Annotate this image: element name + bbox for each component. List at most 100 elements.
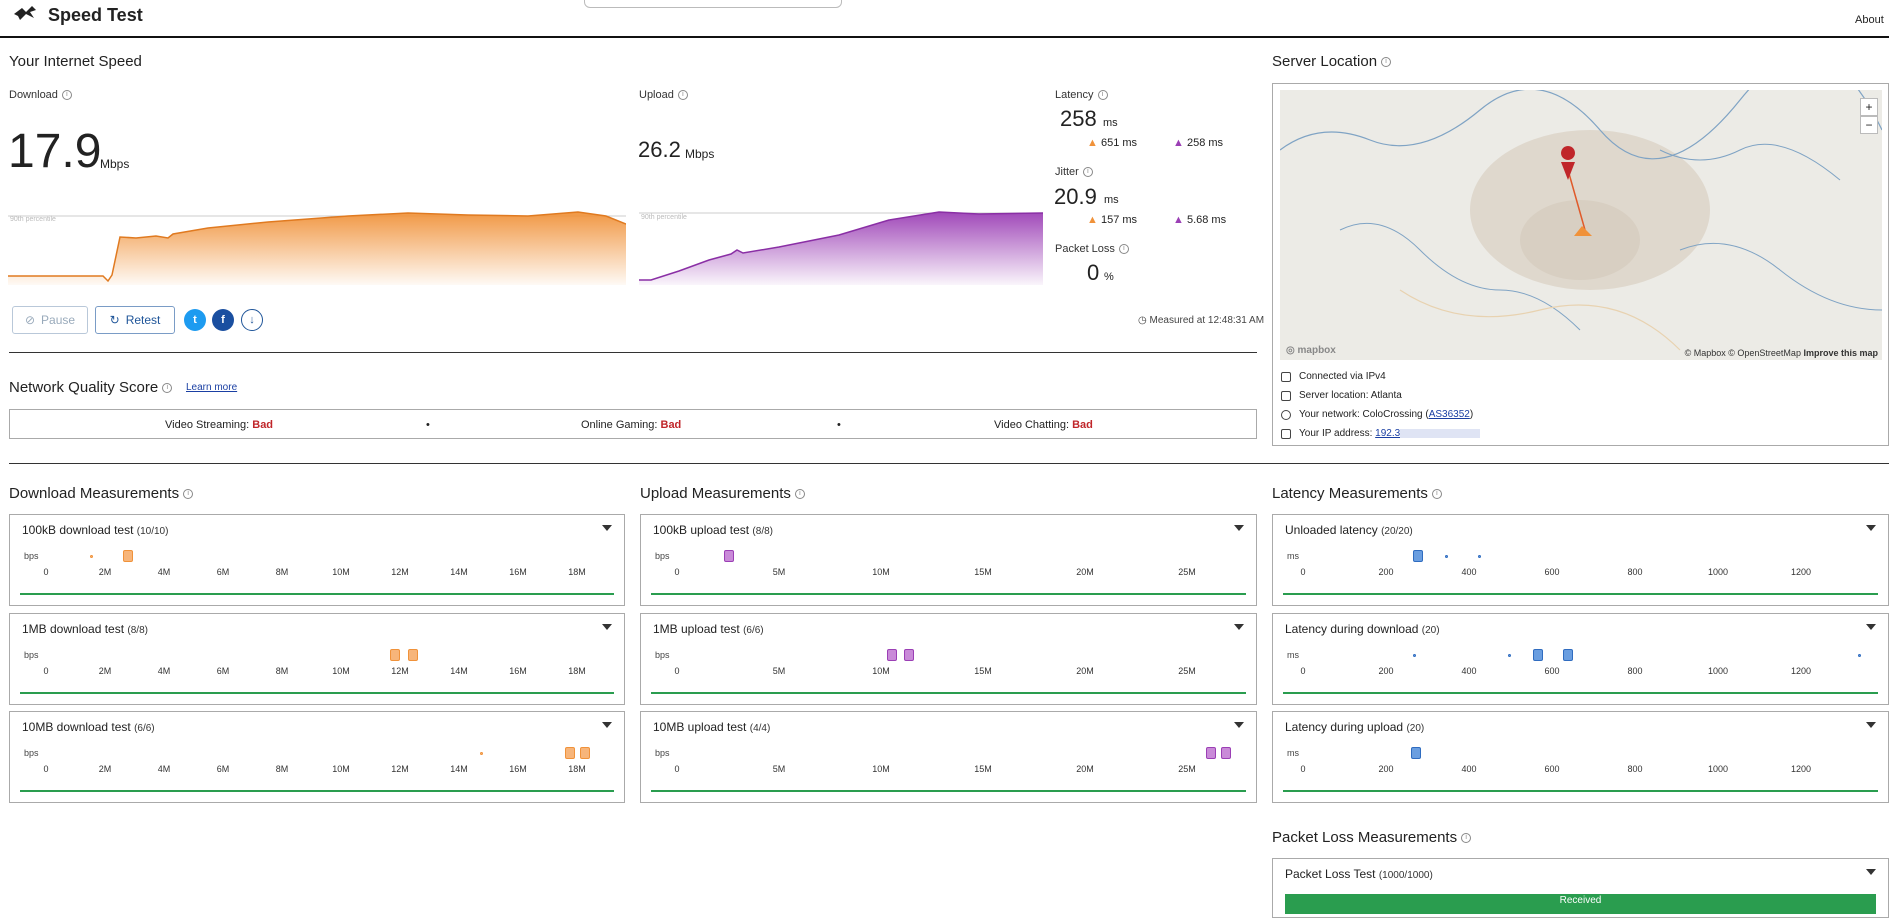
zoom-out-button[interactable]: − — [1860, 116, 1878, 134]
zoom-in-button[interactable]: + — [1860, 98, 1878, 116]
info-icon[interactable]: i — [1381, 57, 1392, 68]
jitter-up: ▲ 5.68 ms — [1173, 214, 1227, 226]
box-plot-marker[interactable] — [90, 555, 93, 558]
download-value: 17.9 — [8, 125, 102, 178]
chevron-down-icon[interactable] — [1866, 869, 1876, 875]
pause-button[interactable]: ⊘ Pause — [12, 306, 88, 334]
box-plot-marker[interactable] — [1413, 654, 1416, 657]
server-icon — [1281, 390, 1291, 401]
box-plot-marker[interactable] — [1563, 649, 1573, 661]
axis-tick-label: 1200 — [1790, 567, 1812, 577]
server-panel: + − ◎ mapbox © Mapbox © OpenStreetMap Im… — [1272, 83, 1889, 446]
computer-icon — [1281, 428, 1291, 439]
chevron-down-icon[interactable] — [602, 624, 612, 630]
nq-dot: • — [426, 419, 430, 431]
test-count: (8/8) — [752, 526, 773, 537]
info-icon[interactable]: i — [794, 489, 805, 500]
box-plot-marker[interactable] — [580, 747, 590, 759]
network-row: Your network: ColoCrossing (AS36352) — [1281, 409, 1473, 420]
axis-unit: bps — [24, 551, 39, 561]
chevron-down-icon[interactable] — [1866, 525, 1876, 531]
info-icon[interactable]: i — [1118, 244, 1129, 255]
map[interactable]: + − ◎ mapbox © Mapbox © OpenStreetMap Im… — [1280, 90, 1882, 360]
info-icon[interactable]: i — [1097, 90, 1108, 101]
axis-tick-label: 12M — [391, 764, 409, 774]
info-icon[interactable]: i — [61, 90, 72, 101]
chevron-down-icon[interactable] — [1234, 624, 1244, 630]
upload-arrow-icon: ▲ — [1173, 214, 1184, 226]
map-attribution[interactable]: © Mapbox © OpenStreetMap Improve this ma… — [1685, 348, 1878, 358]
upload-label: Upload i — [639, 89, 688, 101]
download-results-button[interactable]: ↓ — [241, 309, 263, 331]
box-plot-marker[interactable] — [1413, 550, 1423, 562]
box-plot-marker[interactable] — [1206, 747, 1216, 759]
axis-tick-label: 400 — [1461, 666, 1477, 676]
info-icon[interactable]: i — [183, 489, 194, 500]
box-plot-marker[interactable] — [724, 550, 734, 562]
chevron-down-icon[interactable] — [1866, 722, 1876, 728]
box-plot-marker[interactable] — [1858, 654, 1861, 657]
axis-unit: bps — [24, 650, 39, 660]
info-icon[interactable]: i — [1431, 489, 1442, 500]
latency-value: 258 — [1060, 106, 1097, 131]
learn-more-link[interactable]: Learn more — [186, 382, 237, 393]
chevron-down-icon[interactable] — [1234, 525, 1244, 531]
axis-tick-label: 25M — [1178, 567, 1196, 577]
asn-link[interactable]: AS36352 — [1429, 409, 1470, 420]
axis-tick-label: 200 — [1378, 764, 1394, 774]
box-plot-marker[interactable] — [480, 752, 483, 755]
ip-row: Your IP address: 192.3 — [1281, 428, 1481, 439]
packet-loss-test-title: Packet Loss Test (1000/1000) — [1285, 867, 1433, 881]
box-plot-marker[interactable] — [123, 550, 133, 562]
axis-tick-label: 14M — [450, 666, 468, 676]
retest-button[interactable]: ↻ Retest — [95, 306, 175, 334]
axis-tick-label: 0 — [43, 764, 49, 774]
box-plot-marker[interactable] — [408, 649, 418, 661]
test-count: (8/8) — [127, 625, 148, 636]
box-plot-marker[interactable] — [565, 747, 575, 759]
axis-tick-label: 6M — [216, 666, 230, 676]
ip-link[interactable]: 192.3 — [1375, 428, 1400, 439]
axis-tick-label: 0 — [674, 666, 680, 676]
about-link[interactable]: About — [1855, 14, 1884, 26]
chevron-down-icon[interactable] — [1866, 624, 1876, 630]
jitter-down: ▲ 157 ms — [1087, 214, 1138, 226]
chevron-down-icon[interactable] — [602, 525, 612, 531]
box-plot-marker[interactable] — [1445, 555, 1448, 558]
axis-tick-label: 1200 — [1790, 764, 1812, 774]
success-line — [1283, 692, 1878, 694]
chevron-down-icon[interactable] — [602, 722, 612, 728]
box-plot-marker[interactable] — [1478, 555, 1481, 558]
info-icon[interactable]: i — [162, 383, 173, 394]
info-icon[interactable]: i — [677, 90, 688, 101]
connected-row: Connected via IPv4 — [1281, 371, 1386, 382]
test-label: 100kB download test — [22, 523, 134, 537]
box-plot-marker[interactable] — [1411, 747, 1421, 759]
box-plot-marker[interactable] — [1221, 747, 1231, 759]
app-title: Speed Test — [48, 5, 143, 25]
box-plot-marker[interactable] — [390, 649, 400, 661]
success-line — [20, 692, 614, 694]
box-plot-marker[interactable] — [887, 649, 897, 661]
test-label: Latency during upload — [1285, 720, 1404, 734]
packet-loss-measurements-title: Packet Loss Measurements i — [1272, 829, 1472, 846]
box-plot-marker[interactable] — [1508, 654, 1511, 657]
info-icon[interactable]: i — [1082, 167, 1093, 178]
upload-test-panel: 1MB upload test (6/6) bps 0 5M 10M 15M 20M 25M — [640, 613, 1257, 705]
chevron-down-icon[interactable] — [1234, 722, 1244, 728]
axis-tick-label: 12M — [391, 666, 409, 676]
test-count: (6/6) — [743, 625, 764, 636]
axis-tick-label: 14M — [450, 764, 468, 774]
box-plot-marker[interactable] — [904, 649, 914, 661]
axis-tick-label: 14M — [450, 567, 468, 577]
facebook-icon: f — [221, 314, 225, 326]
speed-divider — [9, 352, 1257, 353]
twitter-share-button[interactable]: t — [184, 309, 206, 331]
mapbox-logo: ◎ mapbox — [1286, 345, 1336, 356]
axis-unit: bps — [655, 551, 670, 561]
box-plot-marker[interactable] — [1533, 649, 1543, 661]
facebook-share-button[interactable]: f — [212, 309, 234, 331]
info-icon[interactable]: i — [1461, 833, 1472, 844]
axis-tick-label: 1200 — [1790, 666, 1812, 676]
axis-tick-label: 18M — [568, 666, 586, 676]
